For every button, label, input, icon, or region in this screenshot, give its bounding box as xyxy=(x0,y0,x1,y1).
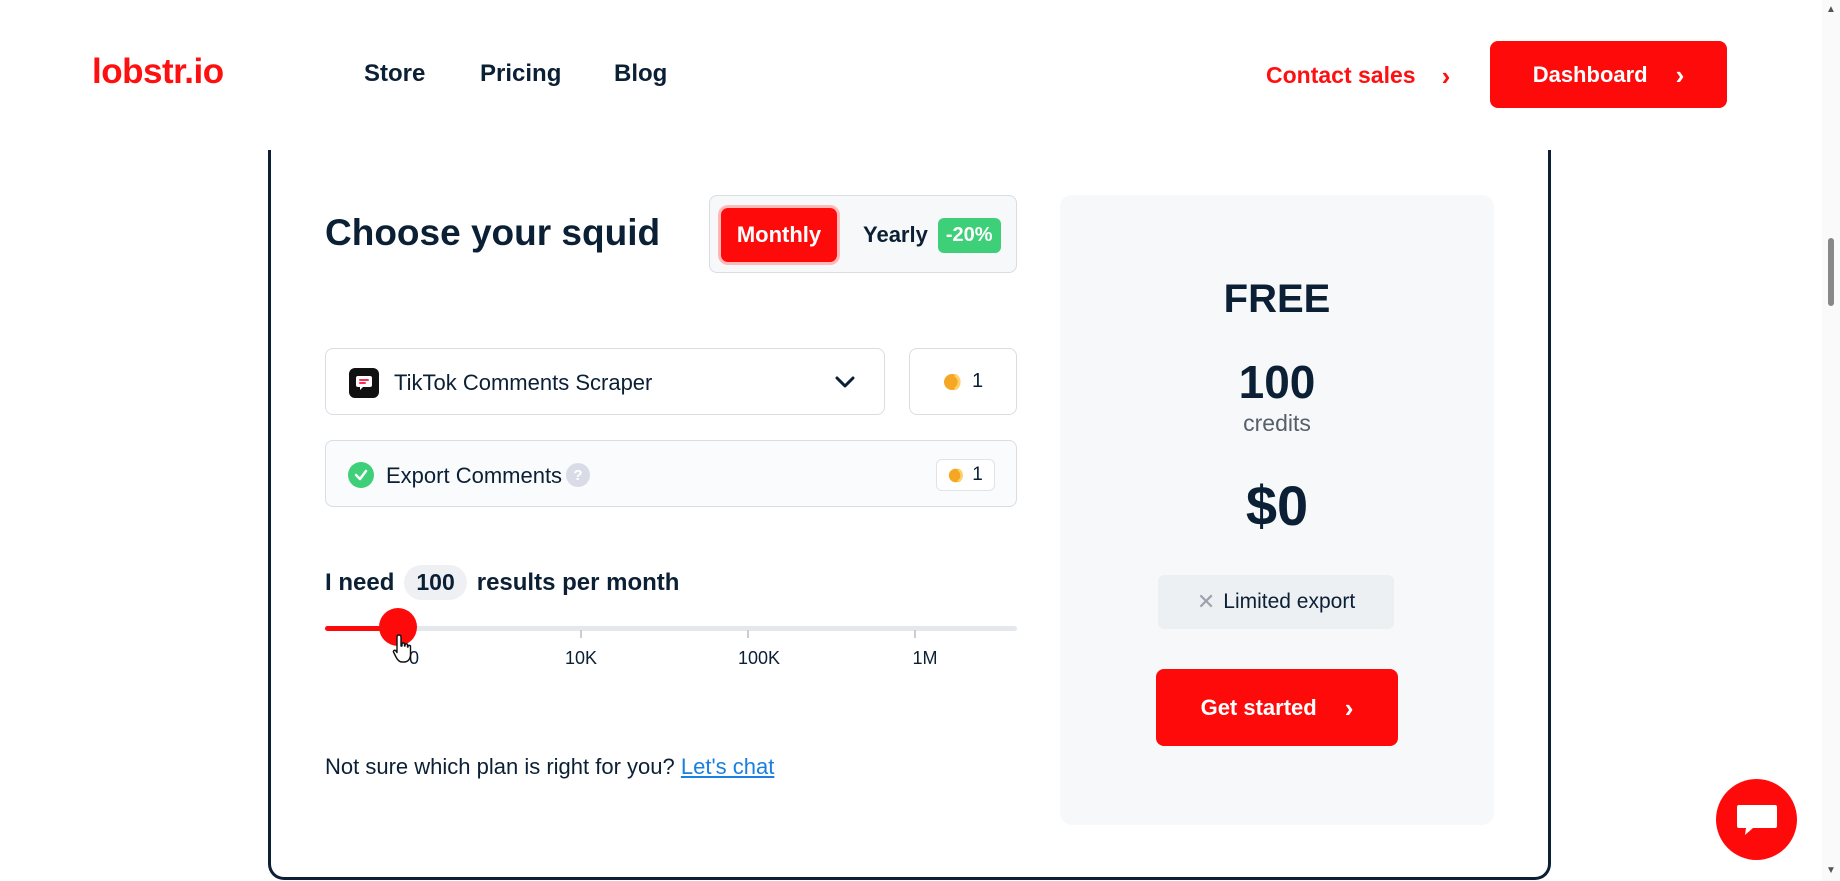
pointer-cursor-icon xyxy=(392,634,412,663)
export-label: Export Comments xyxy=(386,463,563,488)
chevron-right-icon: › xyxy=(1344,692,1354,723)
nav-blog[interactable]: Blog xyxy=(614,60,667,88)
discount-badge: -20% xyxy=(937,217,1001,253)
get-started-button[interactable]: Get started › xyxy=(1156,669,1398,746)
coin-icon xyxy=(948,467,965,484)
slider-tick-mark xyxy=(914,630,916,638)
export-credit-value: 1 xyxy=(972,464,983,485)
results-prefix: I need xyxy=(325,568,395,596)
export-credit-cost: 1 xyxy=(936,459,995,491)
dashboard-button[interactable]: Dashboard › xyxy=(1490,41,1727,108)
site-header: lobstr.io Store Pricing Blog Contact sal… xyxy=(0,0,1822,150)
chevron-down-icon xyxy=(835,376,855,388)
billing-yearly-option[interactable]: Yearly -20% xyxy=(863,216,1001,254)
get-started-label: Get started xyxy=(1200,694,1317,720)
page-scrollbar[interactable]: ▲ ▼ xyxy=(1822,0,1840,881)
scroll-down-icon[interactable]: ▼ xyxy=(1825,865,1837,877)
results-suffix: results per month xyxy=(476,568,680,596)
dashboard-label: Dashboard xyxy=(1532,61,1648,87)
plan-price: $0 xyxy=(1245,474,1309,537)
chevron-right-icon: › xyxy=(1441,60,1451,91)
slider-tick-label: 100K xyxy=(737,648,781,668)
plan-help-text: Not sure which plan is right for you? Le… xyxy=(325,754,774,780)
plan-summary-panel: FREE 100 credits $0 ✕ Limited export Get… xyxy=(1060,195,1494,825)
lets-chat-link[interactable]: Let's chat xyxy=(681,754,774,779)
contact-sales-label: Contact sales xyxy=(1266,62,1416,88)
chat-icon xyxy=(1736,804,1777,835)
scraper-selected-label: TikTok Comments Scraper xyxy=(394,370,653,395)
billing-toggle: Monthly Yearly -20% xyxy=(709,195,1017,273)
slider-tick-mark xyxy=(580,630,582,638)
close-icon: ✕ xyxy=(1196,589,1216,614)
results-value[interactable]: 100 xyxy=(404,565,467,600)
export-option-row[interactable]: Export Comments ? 1 xyxy=(325,440,1017,507)
nav-store[interactable]: Store xyxy=(364,60,425,88)
billing-monthly-option[interactable]: Monthly xyxy=(721,208,837,262)
pricing-title: Choose your squid xyxy=(325,212,661,253)
plan-name: FREE xyxy=(1223,277,1331,321)
chat-launcher-button[interactable] xyxy=(1716,779,1797,860)
slider-tick-mark xyxy=(747,630,749,638)
plan-feature-label: Limited export xyxy=(1223,590,1356,613)
coin-icon xyxy=(943,372,963,392)
scroll-thumb[interactable] xyxy=(1828,238,1834,306)
plan-feature: ✕ Limited export xyxy=(1158,575,1394,629)
scroll-up-icon[interactable]: ▲ xyxy=(1825,4,1837,16)
plan-credits: 100 xyxy=(1238,356,1316,408)
help-icon[interactable]: ? xyxy=(566,463,590,487)
slider-tick-label: 1M xyxy=(912,648,938,668)
logo[interactable]: lobstr.io xyxy=(92,52,224,92)
billing-yearly-label: Yearly xyxy=(863,222,928,247)
scraper-credit-value: 1 xyxy=(971,370,984,392)
nav-pricing[interactable]: Pricing xyxy=(480,60,561,88)
contact-sales-link[interactable]: Contact sales › xyxy=(1266,62,1450,89)
plan-help-label: Not sure which plan is right for you? xyxy=(325,754,675,779)
scraper-select[interactable]: TikTok Comments Scraper xyxy=(325,348,885,415)
chevron-right-icon: › xyxy=(1675,59,1685,90)
plan-credits-label: credits xyxy=(1243,410,1311,436)
results-needed: I need 100 results per month xyxy=(325,565,679,600)
check-icon xyxy=(348,462,374,488)
slider-tick-label: 10K xyxy=(564,648,598,668)
results-slider[interactable] xyxy=(325,608,1017,646)
tiktok-comment-icon xyxy=(349,368,379,398)
scraper-credit-cost: 1 xyxy=(909,348,1017,415)
